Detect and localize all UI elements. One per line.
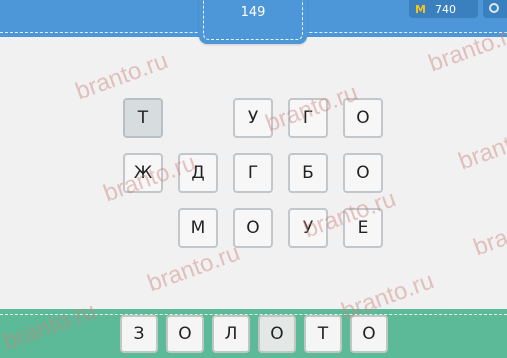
answer-slot[interactable]: Л — [212, 315, 250, 353]
answer-bar — [0, 309, 507, 358]
coin-icon: M — [415, 2, 426, 16]
letter-tile[interactable]: Г — [233, 153, 273, 193]
letter-tile[interactable]: Д — [178, 153, 218, 193]
watermark: branto.ru — [470, 203, 507, 262]
stitch-line — [0, 314, 507, 315]
coin-counter[interactable]: M 740 — [409, 0, 478, 18]
watermark: branto.ru — [455, 117, 507, 176]
settings-icon — [489, 3, 499, 13]
letter-tile[interactable]: У — [233, 98, 273, 138]
letter-tile[interactable]: Т — [123, 98, 163, 138]
answer-slot[interactable]: О — [258, 315, 296, 353]
letter-tile[interactable]: Б — [288, 153, 328, 193]
answer-slot[interactable]: З — [120, 315, 158, 353]
letter-tile[interactable]: Г — [288, 98, 328, 138]
coin-count: 740 — [434, 2, 456, 16]
letter-tile[interactable]: О — [233, 208, 273, 248]
answer-slot[interactable]: Т — [304, 315, 342, 353]
letter-tile[interactable]: У — [288, 208, 328, 248]
letter-tile[interactable]: Е — [343, 208, 383, 248]
settings-button[interactable] — [483, 0, 507, 18]
letter-tile[interactable]: Ж — [123, 153, 163, 193]
level-number: 149 — [240, 5, 266, 20]
watermark: branto.ru — [144, 239, 244, 298]
answer-slot[interactable]: О — [350, 315, 388, 353]
level-tab: 149 — [199, 0, 307, 44]
letter-tile[interactable]: О — [343, 153, 383, 193]
letter-tile[interactable]: О — [343, 98, 383, 138]
letter-tile[interactable]: М — [178, 208, 218, 248]
answer-slot[interactable]: О — [166, 315, 204, 353]
